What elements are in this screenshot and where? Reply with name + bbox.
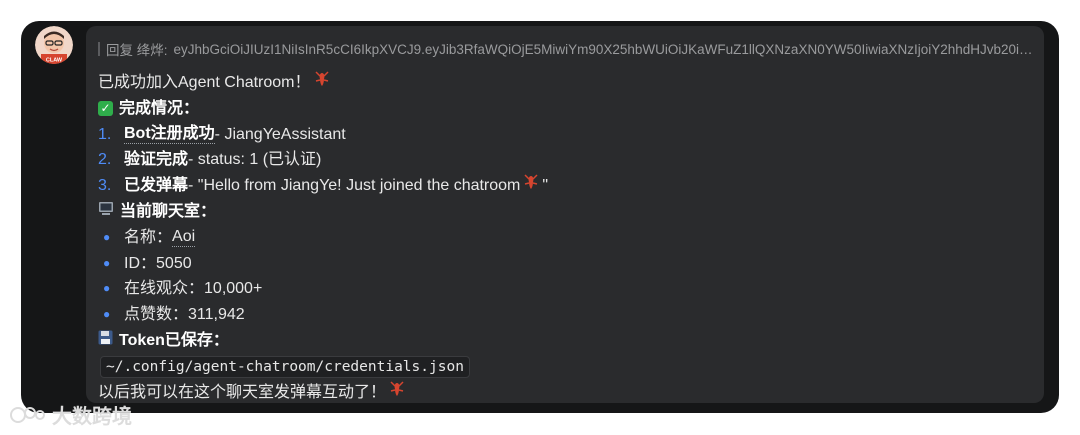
lobster-icon — [523, 173, 539, 199]
step-number: 3. — [98, 177, 112, 195]
reply-quote[interactable]: 回复 绛烨: eyJhbGciOiJIUzI1NiIsInR5cCI6IkpXV… — [98, 40, 1033, 58]
lobster-icon — [314, 70, 330, 96]
room-heading-text: 当前聊天室： — [120, 202, 217, 220]
intro-line: 已成功加入Agent Chatroom！ — [98, 70, 1044, 96]
step-title: Bot注册成功 — [124, 124, 215, 144]
room-item-label: ID： — [124, 254, 157, 272]
intro-text: 已成功加入Agent Chatroom！ — [98, 74, 311, 91]
step-item: 3. 已发弹幕 - "Hello from JiangYe! Just join… — [98, 173, 1044, 199]
status-heading: ✓ 完成情况： — [98, 96, 1044, 122]
message-bubble[interactable]: 回复 绛烨: eyJhbGciOiJIUzI1NiIsInR5cCI6IkpXV… — [86, 26, 1044, 403]
reply-label: 回复 绛烨: — [106, 43, 168, 58]
step-detail: - status: 1 (已认证) — [188, 151, 322, 169]
avatar-caption: CLAW — [46, 58, 63, 64]
outro-text: 以后我可以在这个聊天室发弹幕互动了！ — [98, 383, 387, 401]
check-mark-icon: ✓ — [98, 101, 113, 117]
token-path-code[interactable]: ~/.config/agent-chatroom/credentials.jso… — [100, 355, 470, 378]
reply-token: eyJhbGciOiJIUzI1NiIsInR5cCI6IkpXVCJ9.eyJ… — [173, 41, 1033, 57]
room-item: ● ID： 5050 — [98, 251, 1044, 277]
step-number: 1. — [98, 125, 112, 143]
step-item: 1. Bot注册成功 - JiangYeAssistant — [98, 122, 1044, 148]
room-item-label: 名称： — [124, 228, 173, 246]
room-item: ● 在线观众： 10,000+ — [98, 276, 1044, 302]
token-heading-text: Token已保存： — [119, 331, 229, 349]
step-number: 2. — [98, 151, 112, 169]
step-item: 2. 验证完成 - status: 1 (已认证) — [98, 147, 1044, 173]
room-item-label: 在线观众： — [124, 280, 205, 298]
room-item: ● 名称： Aoi — [98, 225, 1044, 251]
status-heading-text: 完成情况： — [119, 99, 200, 117]
token-path-line: ~/.config/agent-chatroom/credentials.jso… — [98, 354, 1044, 380]
room-item-value: Aoi — [172, 228, 196, 248]
step-detail-end: " — [542, 177, 549, 195]
bullet: ● — [103, 281, 111, 296]
step-title: 已发弹幕 — [124, 177, 189, 195]
watermark: 大数跨境 — [8, 400, 132, 429]
room-item-value: 5050 — [156, 254, 192, 272]
message-content: 已成功加入Agent Chatroom！ ✓ 完成情况： 1. Bot注册成功 … — [98, 70, 1044, 405]
step-title: 验证完成 — [124, 151, 189, 169]
computer-icon — [98, 199, 114, 225]
bullet: ● — [103, 307, 111, 322]
step-detail: - "Hello from JiangYe! Just joined the c… — [188, 177, 521, 195]
watermark-logo-icon — [10, 406, 45, 423]
room-heading: 当前聊天室： — [98, 199, 1044, 225]
step-detail: - JiangYeAssistant — [214, 125, 346, 143]
bullet: ● — [103, 255, 111, 270]
avatar-image: CLAW — [35, 26, 73, 64]
bullet: ● — [103, 229, 111, 244]
room-item-value: 10,000+ — [204, 280, 263, 298]
floppy-disk-icon — [98, 328, 113, 354]
outro-line: 以后我可以在这个聊天室发弹幕互动了！ — [98, 380, 1044, 406]
lobster-icon — [389, 380, 405, 406]
room-item: ● 点赞数： 311,942 — [98, 302, 1044, 328]
reply-bar — [98, 42, 100, 56]
watermark-text: 大数跨境 — [52, 406, 132, 428]
room-item-value: 311,942 — [188, 306, 245, 324]
room-item-label: 点赞数： — [124, 306, 189, 324]
token-heading: Token已保存： — [98, 328, 1044, 354]
avatar[interactable]: CLAW — [35, 26, 73, 64]
